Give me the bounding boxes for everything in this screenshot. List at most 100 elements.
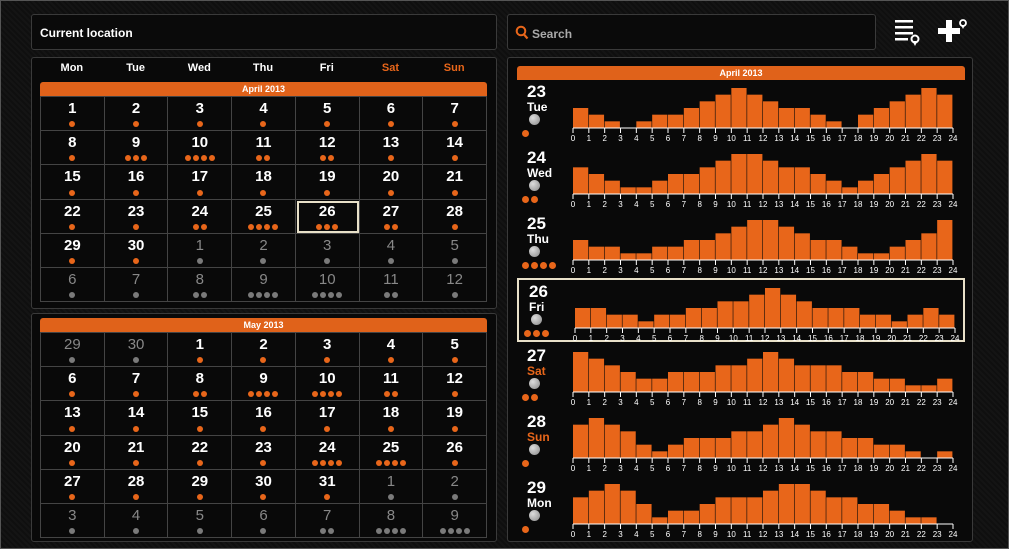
calendar-day[interactable]: 17 — [295, 401, 360, 436]
x-tick-label: 13 — [776, 334, 785, 342]
calendar-day[interactable]: 1 — [41, 97, 105, 132]
calendar-day[interactable]: 20 — [41, 435, 105, 470]
calendar-day[interactable]: 24 — [168, 199, 233, 234]
calendar-day[interactable]: 23 — [104, 199, 169, 234]
calendar-day[interactable]: 11 — [359, 367, 424, 402]
calendar-day[interactable]: 4 — [104, 503, 169, 538]
calendar-day[interactable]: 5 — [423, 233, 487, 268]
calendar-day[interactable]: 27 — [41, 469, 105, 504]
calendar-day[interactable]: 3 — [295, 233, 360, 268]
calendar-day[interactable]: 2 — [232, 233, 296, 268]
calendar-day[interactable]: 9 — [104, 131, 169, 166]
calendar-day[interactable]: 9 — [423, 503, 487, 538]
calendar-day[interactable]: 6 — [359, 97, 424, 132]
calendar-day[interactable]: 3 — [168, 97, 233, 132]
calendar-day[interactable]: 13 — [41, 401, 105, 436]
calendar-day[interactable]: 9 — [232, 267, 296, 302]
calendar-day[interactable]: 10 — [295, 267, 360, 302]
calendar-day[interactable]: 8 — [168, 267, 233, 302]
x-tick-label: 16 — [822, 398, 831, 406]
x-tick-label: 17 — [838, 134, 847, 142]
add-location-icon[interactable] — [934, 14, 970, 50]
calendar-day[interactable]: 28 — [104, 469, 169, 504]
day-chart-row[interactable]: 23 Tue 0 1 2 3 4 5 6 7 8 9 10 11 12 13 14 15 16 17 18 19 20 21 2… — [517, 80, 965, 144]
calendar-day[interactable]: 5 — [295, 97, 360, 132]
calendar-day[interactable]: 29 — [41, 333, 105, 368]
calendar-day[interactable]: 18 — [232, 165, 296, 200]
calendar-day[interactable]: 30 — [104, 333, 169, 368]
calendar-day[interactable]: 10 — [295, 367, 360, 402]
current-location-field[interactable]: Current location — [31, 14, 497, 50]
calendar-day[interactable]: 12 — [423, 267, 487, 302]
calendar-day[interactable]: 2 — [232, 333, 296, 368]
calendar-day[interactable]: 10 — [168, 131, 233, 166]
calendar-day[interactable]: 15 — [168, 401, 233, 436]
calendar-day[interactable]: 4 — [359, 233, 424, 268]
calendar-day[interactable]: 11 — [232, 131, 296, 166]
calendar-day[interactable]: 21 — [423, 165, 487, 200]
calendar-day[interactable]: 6 — [232, 503, 296, 538]
calendar-day[interactable]: 23 — [232, 435, 296, 470]
calendar-day[interactable]: 13 — [359, 131, 424, 166]
calendar-day[interactable]: 24 — [295, 435, 360, 470]
calendar-day[interactable]: 20 — [359, 165, 424, 200]
day-chart-row[interactable]: 24 Wed 0 1 2 3 4 5 6 7 8 9 10 11 12 13 14 15 16 17 18 19 20 21 2… — [517, 146, 965, 210]
day-chart-row[interactable]: 27 Sat 0 1 2 3 4 5 6 7 8 9 10 11 12 13 14 15 16 17 18 19 20 21 2… — [517, 344, 965, 408]
calendar-day[interactable]: 8 — [41, 131, 105, 166]
day-chart-row-selected[interactable]: 26 Fri 0 1 2 3 4 5 6 7 8 9 10 11 12 13 14 15 16 17 18 19 20 21 2… — [517, 278, 965, 342]
calendar-day[interactable]: 19 — [423, 401, 487, 436]
calendar-day[interactable]: 12 — [423, 367, 487, 402]
calendar-day[interactable]: 17 — [168, 165, 233, 200]
calendar-day[interactable]: 5 — [423, 333, 487, 368]
calendar-day[interactable]: 19 — [295, 165, 360, 200]
calendar-day[interactable]: 11 — [359, 267, 424, 302]
calendar-day[interactable]: 26 — [423, 435, 487, 470]
calendar-day[interactable]: 16 — [104, 165, 169, 200]
calendar-day[interactable]: 7 — [104, 267, 169, 302]
calendar-day[interactable]: 4 — [359, 333, 424, 368]
calendar-day[interactable]: 22 — [41, 199, 105, 234]
activity-dot — [133, 189, 140, 196]
calendar-day[interactable]: 5 — [168, 503, 233, 538]
location-list-icon[interactable] — [889, 14, 925, 50]
calendar-day[interactable]: 27 — [359, 199, 424, 234]
day-chart-row[interactable]: 25 Thu 0 1 2 3 4 5 6 7 8 9 10 11 12 13 14 15 16 17 18 19 20 21 2… — [517, 212, 965, 276]
calendar-day[interactable]: 31 — [295, 469, 360, 504]
calendar-day[interactable]: 12 — [295, 131, 360, 166]
calendar-day[interactable]: 3 — [295, 333, 360, 368]
day-chart-row[interactable]: 29 Mon 0 1 2 3 4 5 6 7 8 9 10 11 12 13 14 15 16 17 18 19 20 21 2… — [517, 476, 965, 540]
calendar-day[interactable]: 2 — [423, 469, 487, 504]
calendar-day[interactable]: 14 — [423, 131, 487, 166]
calendar-day[interactable]: 1 — [168, 233, 233, 268]
calendar-day[interactable]: 18 — [359, 401, 424, 436]
calendar-day[interactable]: 25 — [359, 435, 424, 470]
calendar-day[interactable]: 30 — [232, 469, 296, 504]
calendar-day[interactable]: 1 — [168, 333, 233, 368]
calendar-day[interactable]: 16 — [232, 401, 296, 436]
calendar-day[interactable]: 14 — [104, 401, 169, 436]
calendar-day[interactable]: 7 — [295, 503, 360, 538]
calendar-day[interactable]: 9 — [232, 367, 296, 402]
calendar-day[interactable]: 28 — [423, 199, 487, 234]
calendar-day[interactable]: 29 — [41, 233, 105, 268]
calendar-day[interactable]: 1 — [359, 469, 424, 504]
calendar-day-selected[interactable]: 26 — [295, 199, 360, 234]
calendar-day[interactable]: 25 — [232, 199, 296, 234]
calendar-day[interactable]: 30 — [104, 233, 169, 268]
calendar-day[interactable]: 4 — [232, 97, 296, 132]
calendar-day[interactable]: 8 — [168, 367, 233, 402]
calendar-day[interactable]: 6 — [41, 367, 105, 402]
calendar-day[interactable]: 15 — [41, 165, 105, 200]
day-chart-row[interactable]: 28 Sun 0 1 2 3 4 5 6 7 8 9 10 11 12 13 14 15 16 17 18 19 20 21 2… — [517, 410, 965, 474]
search-input[interactable]: Search — [507, 14, 876, 50]
calendar-day[interactable]: 6 — [41, 267, 105, 302]
calendar-day[interactable]: 7 — [104, 367, 169, 402]
calendar-day[interactable]: 3 — [41, 503, 105, 538]
calendar-day[interactable]: 2 — [104, 97, 169, 132]
calendar-day[interactable]: 7 — [423, 97, 487, 132]
calendar-day[interactable]: 21 — [104, 435, 169, 470]
calendar-day[interactable]: 22 — [168, 435, 233, 470]
activity-dots — [423, 223, 486, 230]
calendar-day[interactable]: 8 — [359, 503, 424, 538]
calendar-day[interactable]: 29 — [168, 469, 233, 504]
